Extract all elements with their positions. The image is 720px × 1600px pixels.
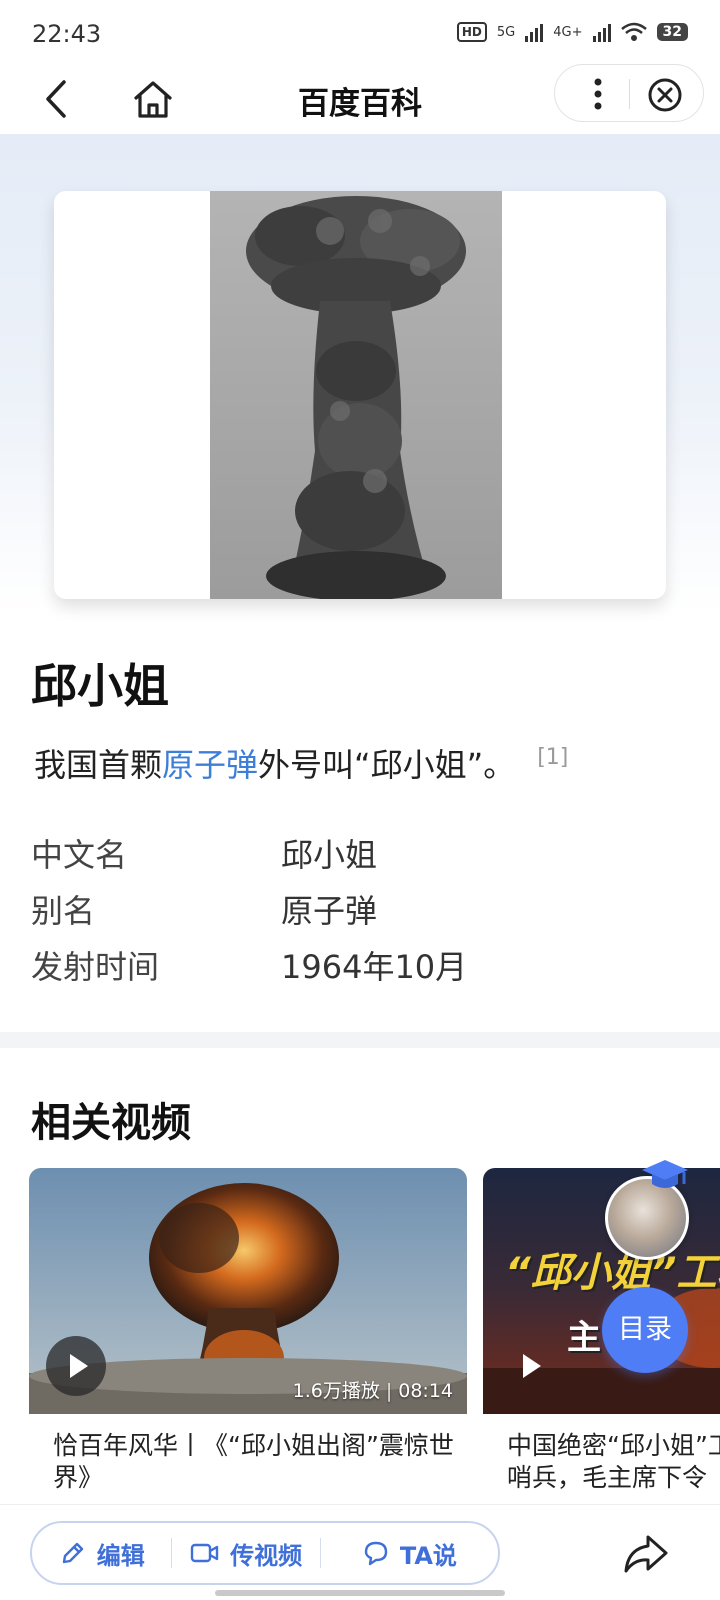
edit-icon bbox=[62, 1542, 83, 1564]
mini-app-capsule bbox=[554, 64, 704, 122]
play-button[interactable] bbox=[46, 1336, 106, 1396]
entry-summary: 我国首颗原子弹外号叫“邱小姐”。 [1] bbox=[34, 740, 568, 786]
info-key: 发射时间 bbox=[31, 948, 160, 986]
play-count: 1.6万播放 bbox=[292, 1380, 380, 1402]
bottom-bar: 编辑 传视频 TA说 bbox=[0, 1504, 720, 1600]
upload-video-label: 传视频 bbox=[230, 1541, 303, 1570]
home-indicator[interactable] bbox=[215, 1590, 505, 1596]
edit-label: 编辑 bbox=[96, 1541, 145, 1570]
info-row: 中文名 邱小姐 bbox=[31, 830, 691, 886]
hero-section bbox=[0, 134, 720, 614]
entry-title: 邱小姐 bbox=[31, 659, 169, 713]
video-thumbnail: 1.6万播放 | 08:14 bbox=[29, 1168, 467, 1414]
close-icon[interactable] bbox=[643, 73, 687, 117]
info-value: 邱小姐 bbox=[281, 836, 378, 874]
citation-ref[interactable]: [1] bbox=[537, 745, 568, 770]
video-title: 恰百年风华丨《“邱小姐出阁”震惊世界》 bbox=[53, 1431, 454, 1492]
graduation-cap-icon bbox=[642, 1160, 688, 1188]
mushroom-cloud-image bbox=[210, 191, 502, 599]
battery-icon: 32 bbox=[656, 23, 688, 41]
video-title-line2: 哨兵，毛主席下令 bbox=[507, 1463, 708, 1492]
table-of-contents-button[interactable]: 目录 bbox=[602, 1287, 688, 1373]
nav-bar: 百度百科 bbox=[0, 64, 720, 134]
signal-icon-2 bbox=[592, 22, 611, 42]
video-title-line1: 中国绝密“邱小姐”工程 bbox=[507, 1431, 720, 1460]
play-button[interactable] bbox=[499, 1336, 559, 1396]
meta-separator: | bbox=[385, 1380, 393, 1402]
video-duration: 08:14 bbox=[398, 1380, 453, 1402]
hd-icon: HD bbox=[456, 22, 487, 42]
share-icon[interactable] bbox=[622, 1531, 670, 1577]
video-card[interactable]: 1.6万播放 | 08:14 恰百年风华丨《“邱小姐出阁”震惊世界》 bbox=[29, 1168, 467, 1508]
edit-button[interactable]: 编辑 bbox=[32, 1523, 171, 1583]
signal-icon bbox=[525, 22, 544, 42]
related-videos-title: 相关视频 bbox=[31, 1100, 191, 1146]
atomic-bomb-link[interactable]: 原子弹 bbox=[162, 746, 258, 784]
info-row: 别名 原子弹 bbox=[31, 886, 691, 942]
ta-say-label: TA说 bbox=[399, 1541, 457, 1570]
more-icon[interactable] bbox=[575, 71, 621, 117]
info-key: 别名 bbox=[31, 892, 96, 930]
section-divider bbox=[0, 1032, 720, 1048]
hero-image-card[interactable] bbox=[54, 191, 666, 599]
status-icons: HD 5G 4G+ 32 bbox=[456, 22, 688, 42]
wifi-icon bbox=[620, 22, 647, 41]
status-bar: 22:43 HD 5G 4G+ 32 bbox=[0, 0, 720, 64]
thumbnail-caption: “邱小姐”工程 bbox=[505, 1250, 720, 1296]
video-meta: 1.6万播放 | 08:14 bbox=[293, 1376, 453, 1403]
summary-text-end: 外号叫“邱小姐”。 bbox=[258, 746, 516, 784]
info-value: 原子弹 bbox=[281, 892, 378, 930]
capsule-divider bbox=[629, 79, 630, 109]
network-4g-label: 4G+ bbox=[553, 24, 583, 40]
status-time: 22:43 bbox=[32, 20, 102, 48]
info-box: 中文名 邱小姐 别名 原子弹 发射时间 1964年10月 bbox=[31, 830, 691, 998]
summary-text: 我国首颗 bbox=[34, 746, 163, 784]
video-title: 中国绝密“邱小姐”工程哨兵，毛主席下令 bbox=[507, 1430, 720, 1494]
network-5g-label: 5G bbox=[496, 24, 516, 40]
info-row: 发射时间 1964年10月 bbox=[31, 942, 691, 998]
info-key: 中文名 bbox=[31, 836, 128, 874]
chat-icon bbox=[364, 1541, 388, 1566]
video-icon bbox=[190, 1543, 219, 1563]
action-pill: 编辑 传视频 TA说 bbox=[30, 1521, 500, 1585]
upload-video-button[interactable]: 传视频 bbox=[172, 1523, 319, 1583]
info-value: 1964年10月 bbox=[281, 948, 468, 986]
ta-say-button[interactable]: TA说 bbox=[321, 1523, 498, 1583]
